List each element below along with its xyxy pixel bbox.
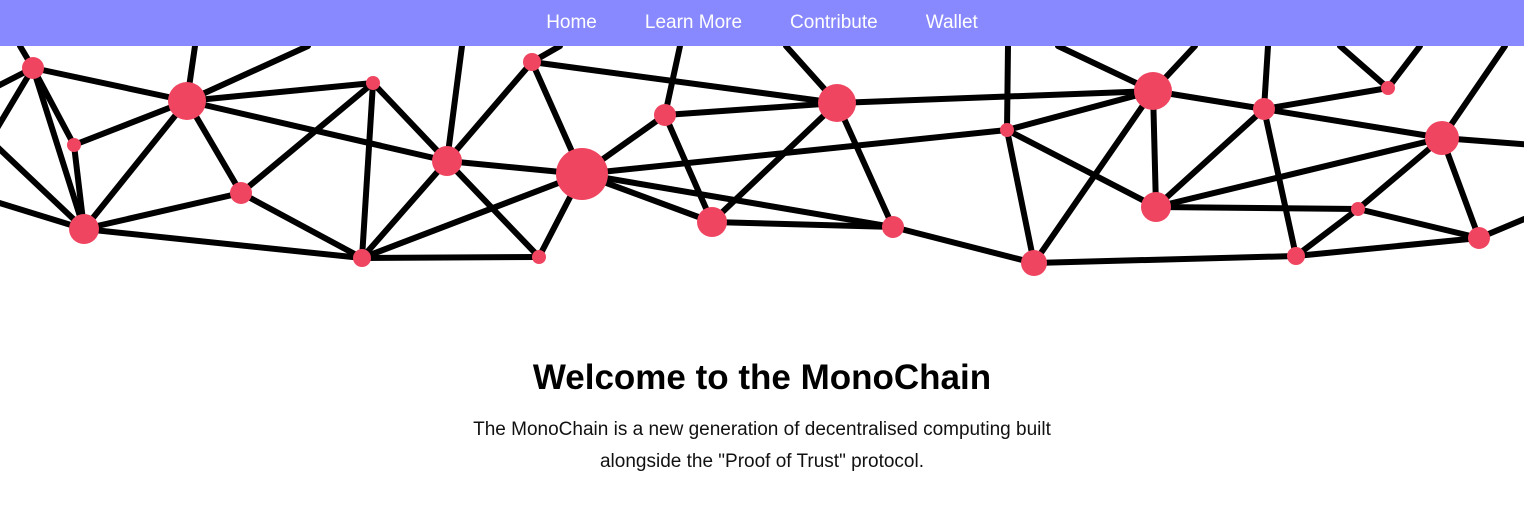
network-edge <box>529 59 840 106</box>
network-edge <box>662 100 840 118</box>
network-node <box>882 216 904 238</box>
network-node <box>1134 72 1172 110</box>
network-node <box>353 249 371 267</box>
network-edge <box>1385 43 1423 91</box>
network-node <box>697 207 727 237</box>
network-node <box>1468 227 1490 249</box>
network-node <box>1351 202 1365 216</box>
nav-link-wallet[interactable]: Wallet <box>926 0 978 46</box>
network-edge <box>1153 204 1361 212</box>
network-node <box>1021 250 1047 276</box>
network-edge <box>834 100 896 230</box>
network-node <box>1000 123 1014 137</box>
network-edge <box>890 224 1037 266</box>
network-edge <box>359 254 542 261</box>
nav-link-home[interactable]: Home <box>546 0 597 46</box>
network-node <box>69 214 99 244</box>
network-edge <box>1337 43 1391 91</box>
network-edge <box>1355 206 1482 241</box>
network-edge <box>1261 106 1445 141</box>
network-edges <box>0 43 1524 266</box>
network-node <box>366 76 380 90</box>
network-edge <box>359 80 376 261</box>
network-node <box>523 53 541 71</box>
network-edge <box>1031 253 1299 266</box>
network-edge <box>1261 85 1391 112</box>
network-node <box>230 182 252 204</box>
network-node <box>556 148 608 200</box>
page-title: Welcome to the MonoChain <box>532 358 992 397</box>
network-edge <box>30 65 190 104</box>
network-edge <box>444 158 542 260</box>
network-edge <box>1004 43 1011 133</box>
network-node <box>1287 247 1305 265</box>
page-description: The MonoChain is a new generation of dec… <box>473 419 1051 472</box>
network-node <box>1253 98 1275 120</box>
network-node <box>654 104 676 126</box>
network-node <box>532 250 546 264</box>
network-node <box>1381 81 1395 95</box>
network-node <box>67 138 81 152</box>
network-edge <box>579 127 1010 177</box>
main-content: Welcome to the MonoChain The MonoChain i… <box>0 352 1524 478</box>
network-node <box>1141 192 1171 222</box>
top-navigation-bar: Home Learn More Contribute Wallet <box>0 0 1524 46</box>
network-edge <box>1293 235 1482 259</box>
network-node <box>168 82 206 120</box>
network-node <box>22 57 44 79</box>
nav-link-contribute[interactable]: Contribute <box>790 0 878 46</box>
network-edge <box>1004 127 1037 266</box>
page: Home Learn More Contribute Wallet Welcom… <box>0 0 1524 519</box>
network-node <box>1425 121 1459 155</box>
nav-link-learn-more[interactable]: Learn More <box>645 0 742 46</box>
network-node <box>432 146 462 176</box>
network-node <box>818 84 856 122</box>
